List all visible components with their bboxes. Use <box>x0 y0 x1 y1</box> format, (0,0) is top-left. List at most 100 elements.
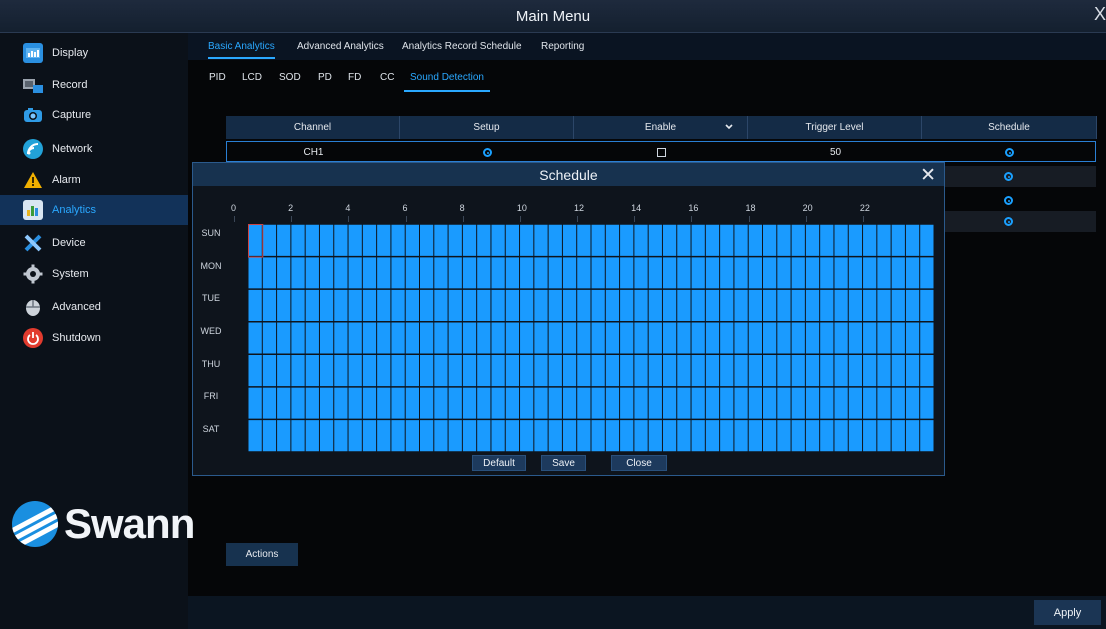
sidebar-item-label: Device <box>52 237 86 249</box>
power-icon <box>23 328 43 348</box>
alarm-icon <box>23 170 43 190</box>
tab-pid[interactable]: PID <box>209 72 226 83</box>
sidebar-item-label: Display <box>52 47 89 59</box>
sidebar-item-alarm[interactable]: Alarm <box>0 165 188 195</box>
enable-cell <box>575 142 748 163</box>
dialog-header: Schedule ✕ <box>193 163 944 186</box>
window-title: Main Menu <box>515 8 591 25</box>
hour-label: 14 <box>631 203 642 213</box>
apply-button[interactable]: Apply <box>1034 600 1101 625</box>
sidebar-item-network[interactable]: Network <box>0 134 188 164</box>
hour-tick <box>291 216 293 222</box>
hour-label: 22 <box>859 203 870 213</box>
schedule-cell <box>922 211 1095 232</box>
display-icon <box>23 43 43 63</box>
sidebar-item-advanced[interactable]: Advanced <box>0 292 188 322</box>
hour-tick <box>234 216 235 222</box>
analytics-icon <box>23 200 43 220</box>
sidebar-item-label: Shutdown <box>52 332 101 344</box>
schedule-dialog: Schedule ✕ 0 2 4 6 8 10 12 14 16 18 20 22 SUN MON TUE… <box>192 162 945 476</box>
setup-cell <box>401 142 574 163</box>
hour-label: 6 <box>402 203 408 213</box>
hour-label: 8 <box>459 203 465 213</box>
hour-tick <box>462 216 464 222</box>
swann-logo: Swann <box>12 500 195 548</box>
day-label: MON <box>200 260 222 271</box>
column-header-channel: Channel <box>226 116 400 139</box>
tab-analytics-record-schedule[interactable]: Analytics Record Schedule <box>402 41 522 52</box>
channel-cell: CH1 <box>303 147 324 158</box>
gear-icon[interactable] <box>1004 172 1013 181</box>
system-icon <box>23 264 43 284</box>
hour-tick <box>577 216 578 222</box>
hour-tick <box>519 216 521 222</box>
hour-label: 2 <box>288 203 294 213</box>
day-label: THU <box>201 358 221 369</box>
record-icon <box>23 75 43 95</box>
table-row[interactable]: CH1 50 <box>226 141 1096 162</box>
sidebar-item-shutdown[interactable]: Shutdown <box>0 323 188 353</box>
default-button[interactable]: Default <box>472 455 526 471</box>
device-icon <box>23 233 43 253</box>
sidebar-item-label: Advanced <box>52 301 101 313</box>
tab-reporting[interactable]: Reporting <box>541 41 584 52</box>
sidebar-item-display[interactable]: Display <box>0 38 188 68</box>
hour-tick <box>748 216 750 222</box>
schedule-cell <box>922 190 1095 211</box>
tab-pd[interactable]: PD <box>318 72 332 83</box>
sidebar-item-record[interactable]: Record <box>0 70 188 100</box>
sidebar-item-system[interactable]: System <box>0 259 188 289</box>
hour-tick <box>634 216 636 222</box>
hour-tick <box>691 216 693 222</box>
hour-label: 20 <box>802 203 813 213</box>
tab-cc[interactable]: CC <box>380 72 394 83</box>
save-button[interactable]: Save <box>541 455 586 471</box>
hour-tick <box>862 216 864 222</box>
network-icon <box>23 139 43 159</box>
close-button[interactable]: Close <box>611 455 667 471</box>
hour-label: 12 <box>574 203 585 213</box>
column-header-trigger-level: Trigger Level <box>748 116 922 139</box>
gear-icon[interactable] <box>1004 196 1013 205</box>
tab-basic-analytics[interactable]: Basic Analytics <box>208 41 275 59</box>
sidebar-item-label: Alarm <box>52 174 81 186</box>
column-header-schedule: Schedule <box>922 116 1097 139</box>
close-icon[interactable]: ✕ <box>920 164 936 187</box>
gear-icon[interactable] <box>1004 217 1013 226</box>
bottom-bar <box>188 596 1106 629</box>
tab-advanced-analytics[interactable]: Advanced Analytics <box>297 41 384 52</box>
dialog-title: Schedule <box>539 167 598 183</box>
sidebar-item-capture[interactable]: Capture <box>0 100 188 130</box>
sidebar-item-analytics[interactable]: Analytics <box>0 195 188 225</box>
sidebar-item-label: Network <box>52 143 93 155</box>
schedule-grid[interactable] <box>248 224 934 452</box>
hour-label: 10 <box>516 203 527 213</box>
sidebar: Display Record Capture Network Alarm Ana… <box>0 33 195 629</box>
hour-label: 4 <box>345 203 351 213</box>
title-bar: Main Menu X <box>0 0 1106 33</box>
day-label: SAT <box>202 423 220 434</box>
close-icon[interactable]: X <box>1094 4 1106 25</box>
hour-label: 16 <box>688 203 699 213</box>
swann-logo-icon <box>12 501 58 547</box>
gear-icon[interactable] <box>1005 148 1014 157</box>
hour-tick <box>348 216 350 222</box>
sidebar-item-label: Analytics <box>52 204 97 216</box>
hour-tick <box>805 216 807 222</box>
logo-text: Swann <box>64 500 195 547</box>
day-label: WED <box>200 326 222 336</box>
chevron-down-icon[interactable] <box>725 124 733 130</box>
tab-sound-detection[interactable]: Sound Detection <box>404 72 490 92</box>
tab-fd[interactable]: FD <box>348 72 361 83</box>
tab-sod[interactable]: SOD <box>279 72 301 83</box>
advanced-icon <box>23 297 43 317</box>
actions-button[interactable]: Actions <box>226 543 298 566</box>
sidebar-item-device[interactable]: Device <box>0 228 188 258</box>
hour-label: 0 <box>231 203 237 213</box>
day-label: SUN <box>201 228 221 239</box>
day-label: FRI <box>203 391 219 402</box>
gear-icon[interactable] <box>483 148 492 157</box>
column-header-enable[interactable]: Enable <box>574 116 748 139</box>
enable-checkbox[interactable] <box>657 148 666 157</box>
tab-lcd[interactable]: LCD <box>242 72 262 83</box>
